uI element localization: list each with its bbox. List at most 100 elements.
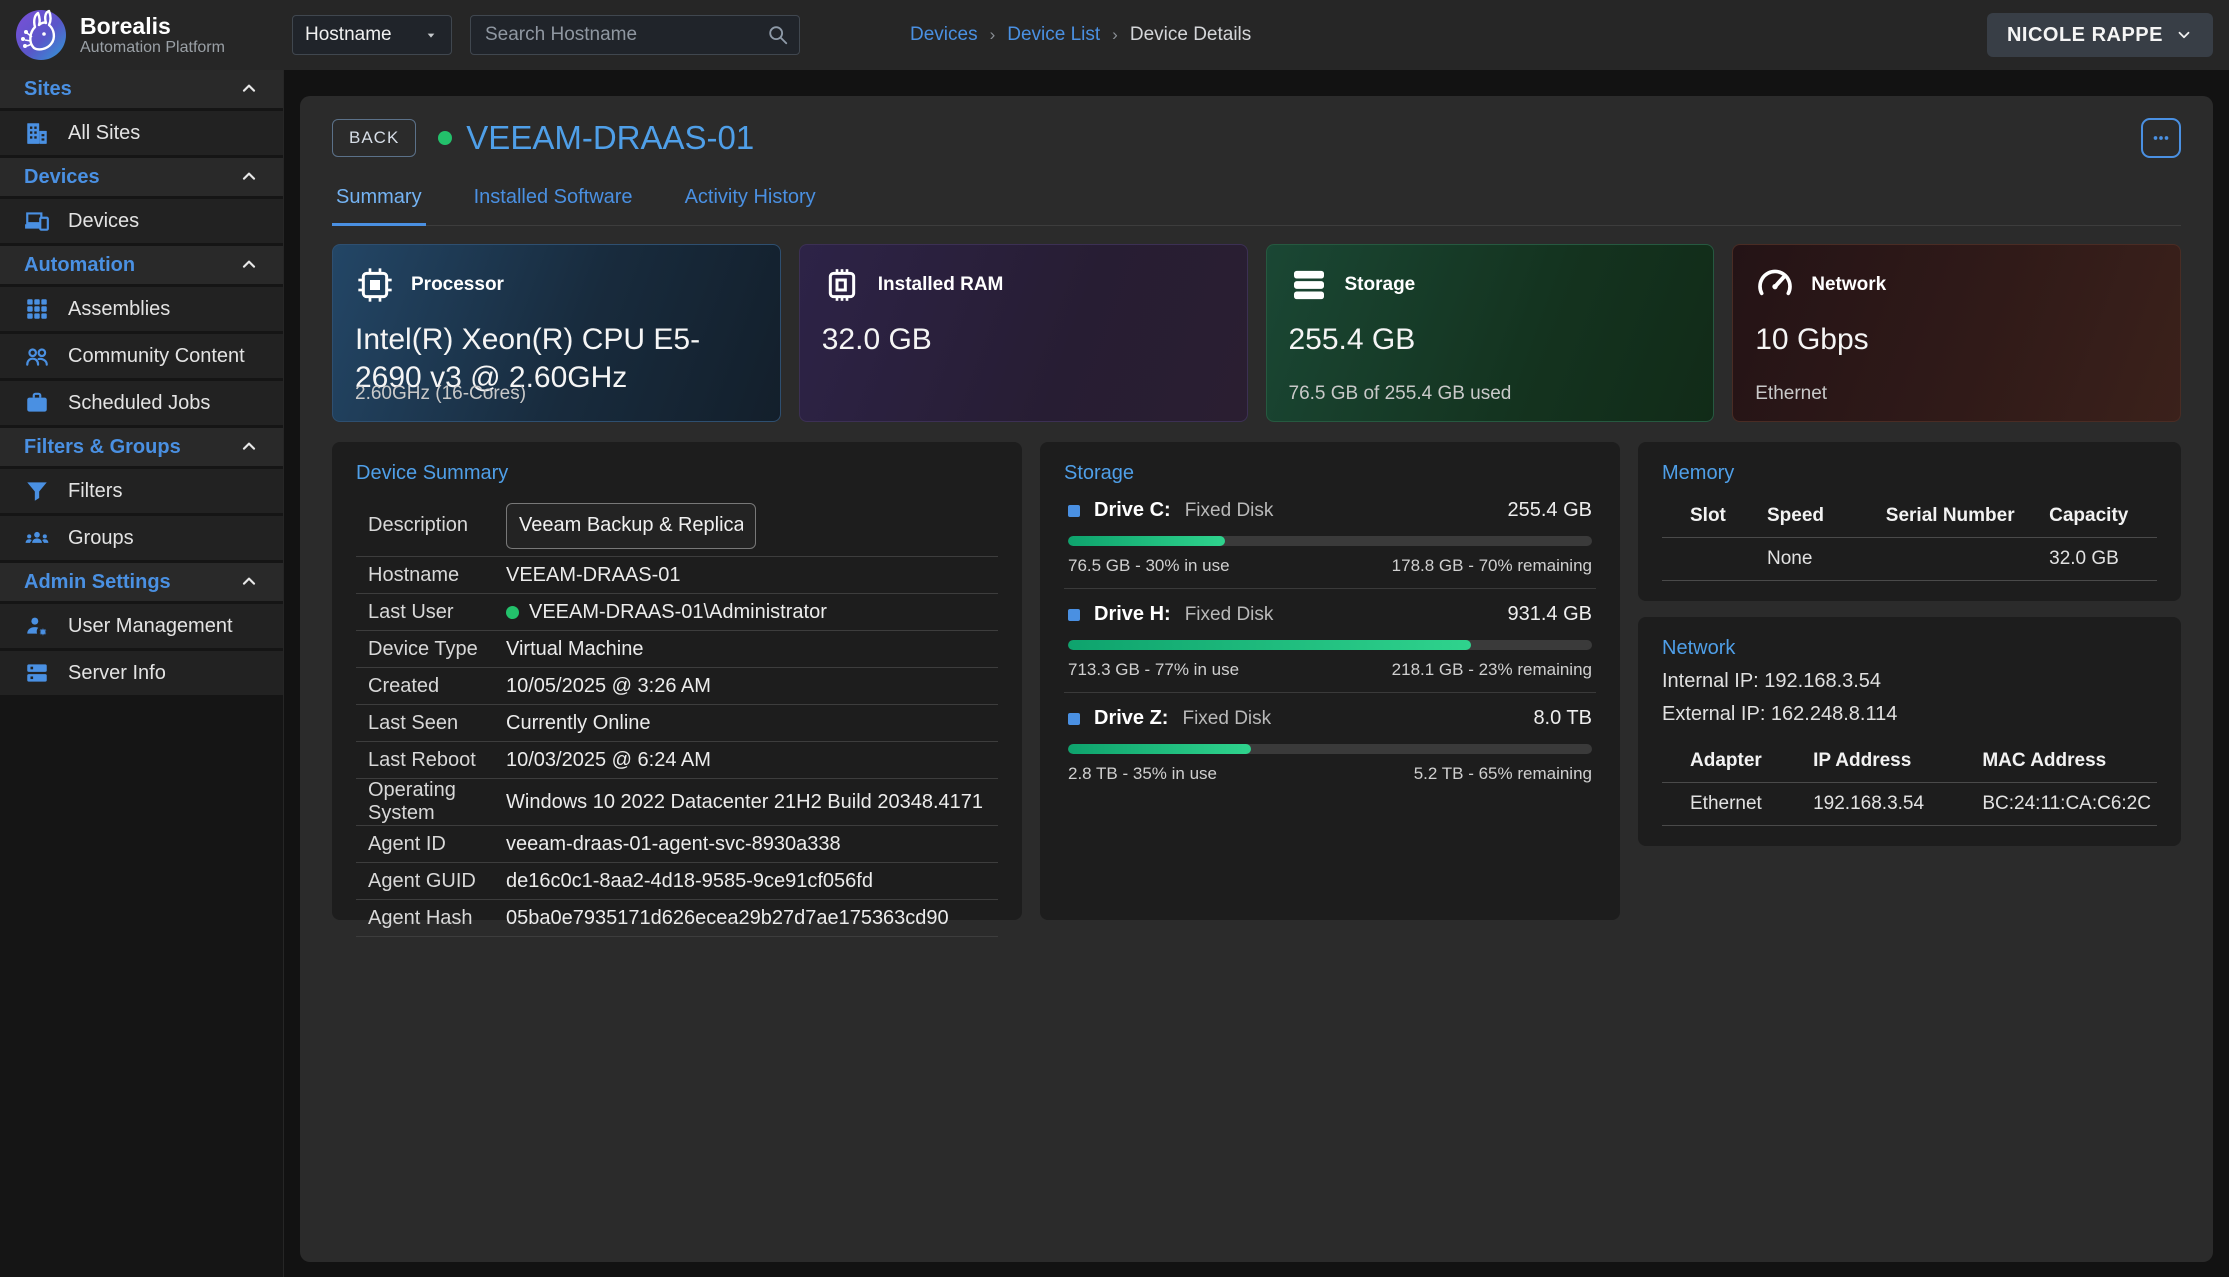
breadcrumb-device-list[interactable]: Device List xyxy=(1007,24,1100,46)
sidebar-section-filters-groups[interactable]: Filters & Groups xyxy=(0,428,283,466)
drive-used: 2.8 TB - 35% in use xyxy=(1068,764,1217,784)
table-row-created: Created 10/05/2025 @ 3:26 AM xyxy=(356,668,998,705)
tab-activity-history[interactable]: Activity History xyxy=(681,178,820,226)
drive-remaining: 5.2 TB - 65% remaining xyxy=(1414,764,1592,784)
cell-speed: None xyxy=(1761,538,1880,581)
sidebar-item-server-info[interactable]: Server Info xyxy=(0,651,283,695)
drive-used: 713.3 GB - 77% in use xyxy=(1068,660,1239,680)
table-row: Ethernet 192.168.3.54 BC:24:11:CA:C6:2C xyxy=(1662,783,2157,826)
external-ip: External IP: 162.248.8.114 xyxy=(1662,703,2157,726)
sidebar-item-filters[interactable]: Filters xyxy=(0,469,283,513)
sidebar-item-community-content[interactable]: Community Content xyxy=(0,334,283,378)
table-row: None 32.0 GB xyxy=(1662,538,2157,581)
tab-installed-software[interactable]: Installed Software xyxy=(470,178,637,226)
caret-down-icon xyxy=(423,27,439,43)
sidebar-item-scheduled-jobs[interactable]: Scheduled Jobs xyxy=(0,381,283,425)
breadcrumb-devices[interactable]: Devices xyxy=(910,24,978,46)
stat-label: Network xyxy=(1811,274,1886,296)
community-icon xyxy=(24,343,50,369)
stat-label: Installed RAM xyxy=(878,274,1004,296)
tab-summary[interactable]: Summary xyxy=(332,178,426,226)
user-menu-button[interactable]: NICOLE RAPPE xyxy=(1987,13,2213,57)
sidebar-section-admin-settings[interactable]: Admin Settings xyxy=(0,563,283,601)
sidebar-item-label: Assemblies xyxy=(68,298,170,321)
panel-title: Storage xyxy=(1064,462,1596,485)
search-field-select[interactable]: Hostname xyxy=(292,15,452,55)
top-bar: Borealis Automation Platform Hostname De… xyxy=(0,0,2229,70)
table-row-last-user: Last User VEEAM-DRAAS-01\Administrator xyxy=(356,594,998,631)
cell-adapter: Ethernet xyxy=(1662,783,1807,826)
column-header: Speed xyxy=(1761,497,1880,538)
breadcrumb: Devices › Device List › Device Details xyxy=(910,24,1251,46)
app-root: Borealis Automation Platform Hostname De… xyxy=(0,0,2229,1277)
row-label: Agent Hash xyxy=(356,907,506,930)
borealis-rabbit-logo-icon xyxy=(14,8,68,62)
drive-used: 76.5 GB - 30% in use xyxy=(1068,556,1230,576)
panels-row: Device Summary Description Hostname VEEA… xyxy=(332,442,2181,920)
table-row-agent-id: Agent ID veeam-draas-01-agent-svc-8930a3… xyxy=(356,826,998,863)
chevron-up-icon xyxy=(239,255,259,275)
stat-label: Processor xyxy=(411,274,504,296)
memory-panel: Memory Slot Speed Serial Number Capacity xyxy=(1638,442,2181,601)
sidebar-section-label: Automation xyxy=(24,254,135,277)
chevron-up-icon xyxy=(239,437,259,457)
table-row-agent-guid: Agent GUID de16c0c1-8aa2-4d18-9585-9ce91… xyxy=(356,863,998,900)
sidebar-section-devices[interactable]: Devices xyxy=(0,158,283,196)
cell-slot xyxy=(1662,538,1761,581)
sidebar-item-user-management[interactable]: User Management xyxy=(0,604,283,648)
cell-capacity: 32.0 GB xyxy=(2043,538,2157,581)
chevron-up-icon xyxy=(239,572,259,592)
drive-type: Fixed Disk xyxy=(1182,708,1271,730)
sidebar-item-label: Server Info xyxy=(68,662,166,685)
back-button[interactable]: BACK xyxy=(332,119,416,157)
row-label: Last User xyxy=(356,601,506,624)
column-header: Capacity xyxy=(2043,497,2157,538)
breadcrumb-separator-icon: › xyxy=(990,25,996,45)
search-icon[interactable] xyxy=(767,24,789,46)
row-value: veeam-draas-01-agent-svc-8930a338 xyxy=(506,833,841,856)
more-actions-button[interactable] xyxy=(2141,118,2181,158)
chevron-up-icon xyxy=(239,79,259,99)
sidebar-section-automation[interactable]: Automation xyxy=(0,246,283,284)
chevron-up-icon xyxy=(239,167,259,187)
sidebar-section-label: Filters & Groups xyxy=(24,436,181,459)
column-header: Serial Number xyxy=(1880,497,2043,538)
row-value: de16c0c1-8aa2-4d18-9585-9ce91cf056fd xyxy=(506,870,873,893)
row-label: Created xyxy=(356,675,506,698)
search-input[interactable] xyxy=(485,24,767,46)
stat-card-processor: Processor Intel(R) Xeon(R) CPU E5-2690 v… xyxy=(332,244,781,422)
column-header: MAC Address xyxy=(1976,742,2157,783)
description-input[interactable] xyxy=(506,503,756,549)
memory-table: Slot Speed Serial Number Capacity None xyxy=(1662,497,2157,581)
sidebar-item-devices[interactable]: Devices xyxy=(0,199,283,243)
search-box xyxy=(470,15,800,55)
device-summary-panel: Device Summary Description Hostname VEEA… xyxy=(332,442,1022,920)
sidebar-item-assemblies[interactable]: Assemblies xyxy=(0,287,283,331)
devices-icon xyxy=(24,208,50,234)
row-value: Windows 10 2022 Datacenter 21H2 Build 20… xyxy=(506,791,983,814)
panel-title: Device Summary xyxy=(356,462,998,485)
row-label: Description xyxy=(356,514,506,537)
table-row-hostname: Hostname VEEAM-DRAAS-01 xyxy=(356,557,998,594)
grid-icon xyxy=(24,296,50,322)
panel-title: Network xyxy=(1662,637,2157,660)
sidebar-item-groups[interactable]: Groups xyxy=(0,516,283,560)
row-value: Currently Online xyxy=(506,712,651,735)
drive-bullet-icon xyxy=(1068,505,1080,517)
drive-usage-bar xyxy=(1068,640,1592,650)
device-summary-table: Description Hostname VEEAM-DRAAS-01 Last… xyxy=(356,495,998,937)
drive-remaining: 178.8 GB - 70% remaining xyxy=(1392,556,1592,576)
table-row-last-seen: Last Seen Currently Online xyxy=(356,705,998,742)
sidebar-item-all-sites[interactable]: All Sites xyxy=(0,111,283,155)
drive-usage-bar xyxy=(1068,536,1592,546)
drive-row-h: Drive H: Fixed Disk 931.4 GB 713.3 GB - … xyxy=(1064,589,1596,693)
table-row-description: Description xyxy=(356,495,998,557)
drive-name: Drive Z: xyxy=(1094,707,1168,730)
storage-panel: Storage Drive C: Fixed Disk 255.4 GB 76.… xyxy=(1040,442,1620,920)
sidebar-section-sites[interactable]: Sites xyxy=(0,70,283,108)
network-adapters-table: Adapter IP Address MAC Address Ethernet … xyxy=(1662,742,2157,826)
sidebar-section-label: Devices xyxy=(24,166,100,189)
building-icon xyxy=(24,120,50,146)
groups-icon xyxy=(24,525,50,551)
breadcrumb-current: Device Details xyxy=(1130,24,1251,46)
